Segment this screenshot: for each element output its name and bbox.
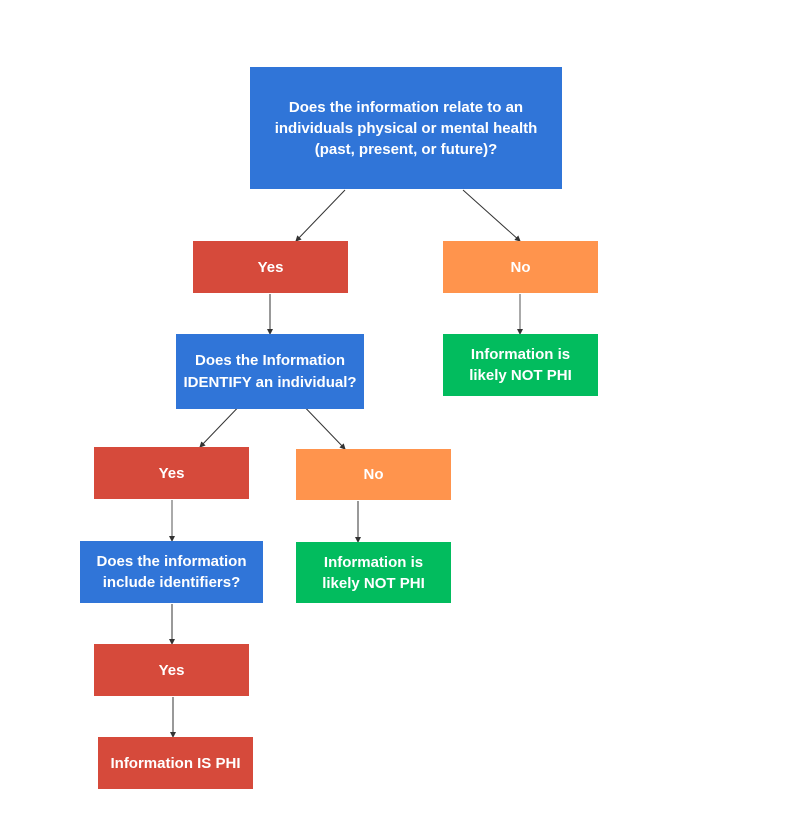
result-is-phi: Information IS PHI [98,737,253,789]
yes-box-3-text: Yes [158,661,185,679]
result-not-phi-2-text: Information is likely NOT PHI [322,553,425,592]
result-not-phi-2: Information is likely NOT PHI [296,542,451,603]
question-health-related-text: Does the information relate to an indivi… [274,98,538,158]
question-include-identifiers: Does the information include identifiers… [80,541,263,603]
yes-box-1: Yes [193,241,348,293]
yes-box-2-text: Yes [158,464,185,482]
yes-box-2: Yes [94,447,249,499]
question-health-related: Does the information relate to an indivi… [250,67,562,189]
no-box-2-text: No [363,466,384,483]
result-not-phi-1: Information is likely NOT PHI [443,334,598,396]
edge-q1-yes1 [295,189,346,242]
question-include-identifiers-text: Does the information include identifiers… [96,553,247,591]
edge-q1-no1 [462,189,521,242]
no-box-1: No [443,241,598,293]
result-is-phi-text: Information IS PHI [110,754,241,772]
yes-box-1-text: Yes [257,258,284,276]
yes-box-3: Yes [94,644,249,696]
no-box-1-text: No [510,258,531,276]
result-not-phi-1-text: Information is likely NOT PHI [469,346,572,384]
no-box-2: No [296,449,451,500]
question-identify-individual-text: Does the Information IDENTIFY an individ… [183,351,357,391]
question-identify-individual: Does the Information IDENTIFY an individ… [176,334,364,409]
